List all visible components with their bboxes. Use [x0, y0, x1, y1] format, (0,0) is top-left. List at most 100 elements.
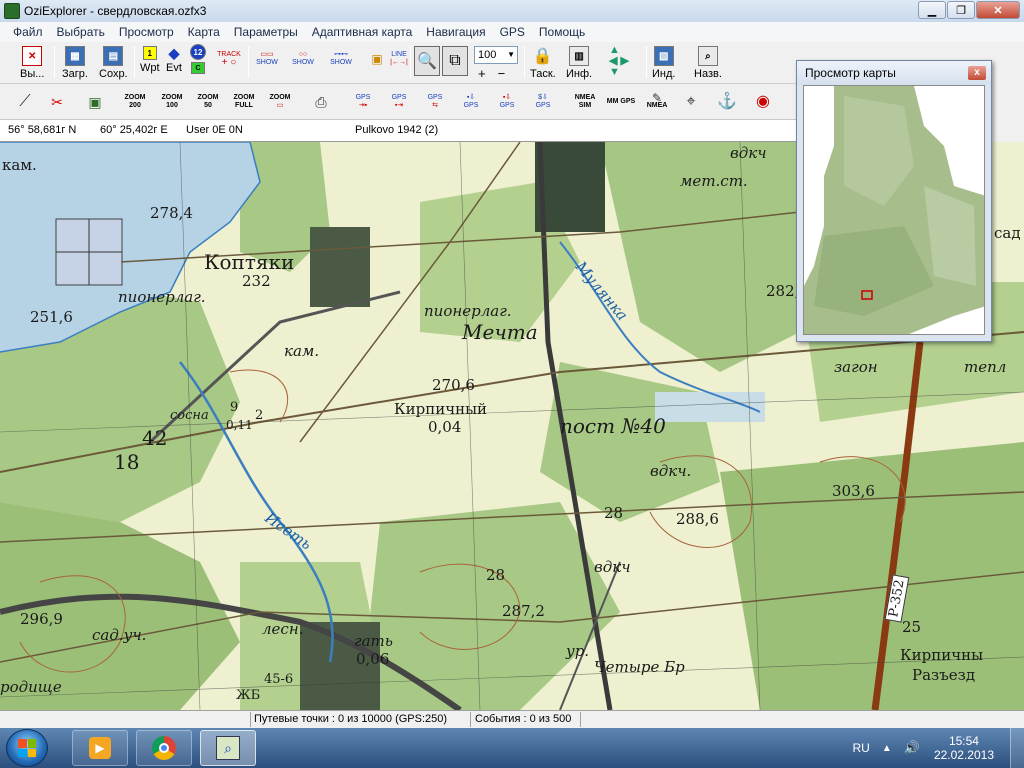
maximize-button[interactable]: ❐: [947, 1, 975, 19]
clock[interactable]: 15:54 22.02.2013: [934, 734, 994, 762]
pan-tool-button[interactable]: ⧉: [442, 46, 468, 76]
mm-gps-button[interactable]: MM GPS: [606, 89, 636, 115]
map-label-height-278: 278,4: [150, 204, 193, 222]
erase-tool-button[interactable]: ✂: [42, 89, 72, 115]
map-label-18: 18: [114, 450, 140, 474]
show-routes-button[interactable]: ⊶⊷ SHOW: [326, 46, 356, 72]
map-label-kirpichny2: Кирпичны: [900, 646, 984, 664]
menu-select[interactable]: Выбрать: [50, 25, 112, 39]
taskbar-chrome[interactable]: [136, 730, 192, 766]
tray-expand-icon[interactable]: ▲: [882, 743, 892, 754]
menu-map[interactable]: Карта: [181, 25, 227, 39]
map-label-post40: пост №40: [560, 414, 666, 438]
map-label-pionerlag2: пионерлаг.: [424, 302, 512, 320]
route-button[interactable]: 12 C: [190, 44, 206, 74]
track-button[interactable]: TRACK + ○: [214, 46, 244, 72]
longitude-readout: 60° 25,402г E: [100, 124, 168, 136]
gps-upload-waypoints-button[interactable]: GPS ⇥▪: [348, 89, 378, 115]
name-search-button[interactable]: ⌕ Назв.: [694, 46, 722, 80]
print-button[interactable]: ⎙: [306, 89, 336, 115]
menu-view[interactable]: Просмотр: [112, 25, 181, 39]
zoom-50-button[interactable]: ZOOM 50: [193, 89, 223, 115]
nmea-button[interactable]: ✎ NMEA: [642, 89, 672, 115]
window-icon: ⧉: [449, 52, 461, 69]
exit-button[interactable]: ✕ Вы...: [20, 46, 44, 80]
zoom-out-button[interactable]: −: [498, 66, 506, 81]
map-label-zagon: загон: [834, 358, 878, 376]
taskbar-oziexplorer[interactable]: ⌕: [200, 730, 256, 766]
map-label-kam1: кам.: [2, 156, 37, 174]
overview-close-button[interactable]: x: [968, 66, 986, 80]
anchor-button[interactable]: ⚓: [712, 89, 742, 115]
map-label-rodishche: родище: [0, 678, 62, 696]
start-button[interactable]: [6, 729, 48, 767]
map-label-gat: гать: [354, 632, 393, 650]
clock-date: 22.02.2013: [933, 748, 994, 762]
map-label-0-04: 0,04: [428, 418, 462, 436]
zoom-full-button[interactable]: ZOOM FULL: [229, 89, 259, 115]
zoom-200-button[interactable]: ZOOM 200: [120, 89, 150, 115]
info-button[interactable]: ▥ Инф.: [566, 46, 592, 80]
map-label-razezd: Разъезд: [912, 666, 976, 684]
center-button[interactable]: ⌖: [676, 89, 706, 115]
zoom-selection-button[interactable]: ZOOM ▭: [265, 89, 295, 115]
secondary-toolbar: ⟋ ✂ ▣ ZOOM 200 ZOOM 100 ZOOM 50 ZOOM FUL…: [0, 84, 800, 120]
menu-adaptive-map[interactable]: Адаптивная карта: [305, 25, 420, 39]
menu-help[interactable]: Помощь: [532, 25, 592, 39]
datum-readout: Pulkovo 1942 (2): [355, 124, 439, 136]
show-desktop-button[interactable]: [1010, 728, 1024, 768]
zoom-tool-button[interactable]: 🔍: [414, 46, 440, 76]
menu-gps[interactable]: GPS: [493, 25, 532, 39]
alarm-button[interactable]: ◉: [748, 89, 778, 115]
show-events-button[interactable]: ○○ SHOW: [288, 46, 318, 72]
gps-events-button[interactable]: ▪⇩ GPS: [456, 89, 486, 115]
nmea-sim-button[interactable]: NMEA SIM: [570, 89, 600, 115]
load-button[interactable]: ▦ Загр.: [62, 46, 88, 80]
event-icon: ◆: [168, 44, 180, 61]
map-label-met: мет.ст.: [680, 172, 748, 190]
overview-map[interactable]: [803, 85, 985, 335]
map-overview-window[interactable]: Просмотр карты x: [796, 60, 992, 342]
map-label-height-288: 288,6: [676, 510, 719, 528]
menu-navigation[interactable]: Навигация: [419, 25, 492, 39]
map-icon: ▣: [88, 94, 102, 110]
language-indicator[interactable]: RU: [853, 741, 870, 755]
show-waypoints-button[interactable]: ▭▭ SHOW: [252, 46, 282, 72]
menu-file[interactable]: Файл: [6, 25, 50, 39]
move-button[interactable]: ▲ ◀ ▶ ▼: [600, 44, 638, 78]
zoom-in-button[interactable]: +: [478, 66, 486, 81]
map-label-height-303: 303,6: [832, 482, 875, 500]
gps-download-waypoints-button[interactable]: GPS ▪⇥: [384, 89, 414, 115]
map-image-button[interactable]: ▣: [80, 89, 110, 115]
map-label-ur: ур.: [566, 642, 590, 660]
map-label-0-11: 0,11: [226, 418, 253, 432]
minimize-button[interactable]: ▁: [918, 1, 946, 19]
save-button[interactable]: ▤ Сохр.: [99, 46, 128, 80]
taskbar-media-player[interactable]: ▶: [72, 730, 128, 766]
crosshair-icon: ⌖: [686, 93, 696, 110]
arrows-icon: ▲ ◀ ▶ ▼: [609, 43, 629, 78]
close-button[interactable]: ✕: [976, 1, 1020, 19]
zoom-level-select[interactable]: 100: [474, 46, 518, 64]
index-button[interactable]: ▧ Инд.: [652, 46, 675, 80]
task-button[interactable]: 🔒 Таск.: [530, 46, 556, 80]
main-toolbar: ✕ Вы... ▦ Загр. ▤ Сохр. 1 Wpt ◆ Evt 12 C…: [0, 42, 800, 84]
map-label-45-6: 45-6: [264, 672, 294, 687]
gps-route-download-button[interactable]: $⇩ GPS: [528, 89, 558, 115]
menu-bar: Файл Выбрать Просмотр Карта Параметры Ад…: [0, 22, 1024, 42]
zoom-100-button[interactable]: ZOOM 100: [157, 89, 187, 115]
event-button[interactable]: ◆ Evt: [166, 44, 182, 75]
measure-tool-button[interactable]: ⟋: [10, 89, 40, 115]
anchor-icon: ⚓: [717, 93, 737, 110]
map-label-mechta: Мечта: [462, 320, 538, 344]
waypoint-button[interactable]: 1 Wpt: [140, 46, 160, 74]
map-label-9: 9: [230, 400, 239, 415]
gps-routes-button[interactable]: GPS ⇆: [420, 89, 450, 115]
map-label-vdkch3: вдкч: [594, 558, 631, 576]
load-icon: ▦: [64, 46, 85, 66]
map-label-vdkch2: вдкч.: [650, 462, 692, 480]
menu-settings[interactable]: Параметры: [227, 25, 305, 39]
volume-icon[interactable]: 🔊: [904, 740, 920, 756]
gps-tracks-button[interactable]: ▪⇩ GPS: [492, 89, 522, 115]
map-label-vdkch1: вдкч: [730, 144, 767, 162]
